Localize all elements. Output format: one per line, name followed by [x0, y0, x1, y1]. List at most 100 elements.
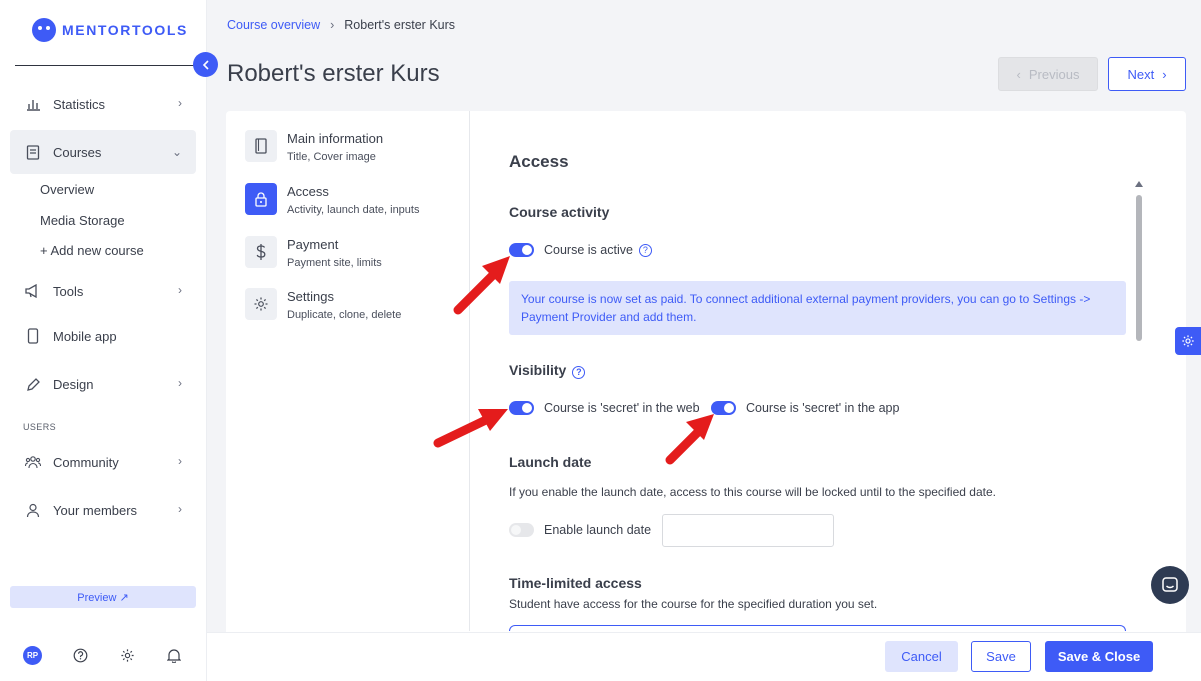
launch-date-input[interactable] — [662, 514, 834, 547]
chevron-right-icon: › — [178, 502, 182, 516]
section-label-users: USERS — [23, 422, 57, 432]
lock-icon — [245, 183, 277, 215]
scrollbar-thumb[interactable] — [1136, 195, 1142, 341]
save-close-button[interactable]: Save & Close — [1045, 641, 1153, 672]
chevron-right-icon: › — [330, 18, 335, 32]
breadcrumb: Course overview › Robert's erster Kurs — [227, 18, 455, 32]
launch-date-label: Enable launch date — [544, 523, 652, 537]
sidebar-item-your-members[interactable]: Your members › — [10, 488, 196, 532]
sidebar: MENTORTOOLS Statistics › Courses ⌄ Overv… — [0, 0, 207, 681]
sidebar-divider — [15, 65, 203, 66]
access-panel: Access Course activity Course is active … — [470, 111, 1186, 631]
chevron-right-icon: › — [178, 96, 182, 110]
course-active-row: Course is active ? — [509, 243, 652, 257]
visibility-heading-label: Visibility — [509, 362, 567, 378]
chevron-right-icon: › — [178, 283, 182, 297]
step-title: Access — [287, 184, 329, 199]
sidebar-item-community[interactable]: Community › — [10, 440, 196, 484]
chevron-right-icon: › — [1162, 66, 1167, 82]
chevron-left-icon — [202, 59, 209, 70]
sidebar-item-label: Courses — [53, 144, 102, 160]
pencil-icon — [24, 375, 42, 393]
steps-nav: Main information Title, Cover image Acce… — [226, 111, 470, 631]
bar-chart-icon — [24, 95, 42, 113]
step-title: Main information — [287, 131, 384, 146]
save-button[interactable]: Save — [971, 641, 1031, 672]
sidebar-sub-overview[interactable]: Overview — [40, 182, 94, 197]
time-limited-heading: Time-limited access — [509, 575, 642, 591]
launch-date-toggle[interactable] — [509, 523, 534, 537]
previous-button[interactable]: ‹ Previous — [998, 57, 1098, 91]
breadcrumb-current: Robert's erster Kurs — [344, 18, 456, 32]
sidebar-item-label: Mobile app — [53, 328, 117, 344]
footer-bar: Cancel Save Save & Close — [207, 632, 1201, 681]
launch-date-row: Enable launch date — [509, 523, 651, 537]
sidebar-item-statistics[interactable]: Statistics › — [10, 82, 196, 126]
smartphone-icon — [24, 327, 42, 345]
sidebar-item-label: Community — [53, 454, 119, 470]
sidebar-item-mobile-app[interactable]: Mobile app — [10, 314, 196, 358]
access-title: Access — [509, 152, 569, 171]
megaphone-icon — [24, 282, 42, 300]
sidebar-collapse-button[interactable] — [193, 52, 218, 77]
logo[interactable]: MENTORTOOLS — [32, 18, 188, 42]
step-subtitle: Duplicate, clone, delete — [287, 309, 402, 321]
secret-web-label: Course is 'secret' in the web — [544, 401, 700, 415]
step-access[interactable]: Access Activity, launch date, inputs — [245, 183, 419, 216]
sidebar-item-label: Your members — [53, 502, 138, 518]
sidebar-bottom-bar: RP — [0, 640, 207, 672]
sidebar-item-courses[interactable]: Courses ⌄ — [10, 130, 196, 174]
step-title: Payment — [287, 237, 339, 252]
step-main-information[interactable]: Main information Title, Cover image — [245, 130, 383, 163]
sidebar-sub-media-storage[interactable]: Media Storage — [40, 213, 125, 228]
logo-text: MENTORTOOLS — [62, 22, 188, 38]
users-icon — [24, 453, 42, 471]
previous-button-label: Previous — [1028, 66, 1080, 82]
breadcrumb-link-course-overview[interactable]: Course overview — [227, 18, 320, 32]
course-active-toggle[interactable] — [509, 243, 534, 257]
secret-web-toggle[interactable] — [509, 401, 534, 415]
course-activity-heading: Course activity — [509, 204, 610, 220]
user-icon — [24, 501, 42, 519]
book-icon — [24, 143, 42, 161]
time-limited-options-box[interactable] — [509, 625, 1126, 631]
chevron-down-icon: ⌄ — [171, 145, 182, 159]
sidebar-item-label: Statistics — [53, 96, 106, 112]
page-title: Robert's erster Kurs — [227, 60, 440, 87]
step-subtitle: Payment site, limits — [287, 257, 382, 269]
chat-icon — [1162, 577, 1178, 592]
launch-date-heading: Launch date — [509, 454, 592, 470]
gear-icon[interactable] — [118, 646, 136, 664]
next-button[interactable]: Next › — [1108, 57, 1186, 91]
sidebar-item-design[interactable]: Design › — [10, 362, 196, 406]
step-payment[interactable]: Payment Payment site, limits — [245, 236, 382, 269]
help-icon[interactable]: ? — [572, 365, 586, 379]
help-icon[interactable] — [71, 646, 89, 664]
gear-icon — [1182, 335, 1194, 347]
sidebar-item-tools[interactable]: Tools › — [10, 269, 196, 313]
scroll-up-arrow-icon[interactable] — [1135, 181, 1143, 187]
time-limited-description: Student have access for the course for t… — [509, 597, 878, 611]
secret-app-toggle[interactable] — [711, 401, 736, 415]
logo-icon — [32, 18, 56, 42]
next-button-label: Next — [1127, 66, 1155, 82]
chevron-right-icon: › — [178, 454, 182, 468]
step-settings[interactable]: Settings Duplicate, clone, delete — [245, 288, 401, 321]
help-icon[interactable]: ? — [638, 243, 652, 257]
chat-support-button[interactable] — [1151, 566, 1189, 604]
payment-info-box: Your course is now set as paid. To conne… — [509, 281, 1126, 335]
chevron-right-icon: › — [178, 376, 182, 390]
avatar[interactable]: RP — [23, 646, 42, 665]
book-icon — [245, 130, 277, 162]
chevron-left-icon: ‹ — [1016, 66, 1021, 82]
cancel-button[interactable]: Cancel — [885, 641, 958, 672]
sidebar-sub-add-course[interactable]: + Add new course — [40, 243, 144, 258]
step-subtitle: Title, Cover image — [287, 151, 376, 163]
preview-button[interactable]: Preview ↗ — [10, 586, 196, 608]
course-active-label: Course is active — [544, 243, 633, 257]
floating-settings-button[interactable] — [1175, 327, 1201, 355]
visibility-heading: Visibility? — [509, 362, 586, 379]
bell-icon[interactable] — [165, 646, 183, 664]
course-editor-card: Main information Title, Cover image Acce… — [226, 111, 1186, 681]
sidebar-item-label: Tools — [53, 283, 84, 299]
